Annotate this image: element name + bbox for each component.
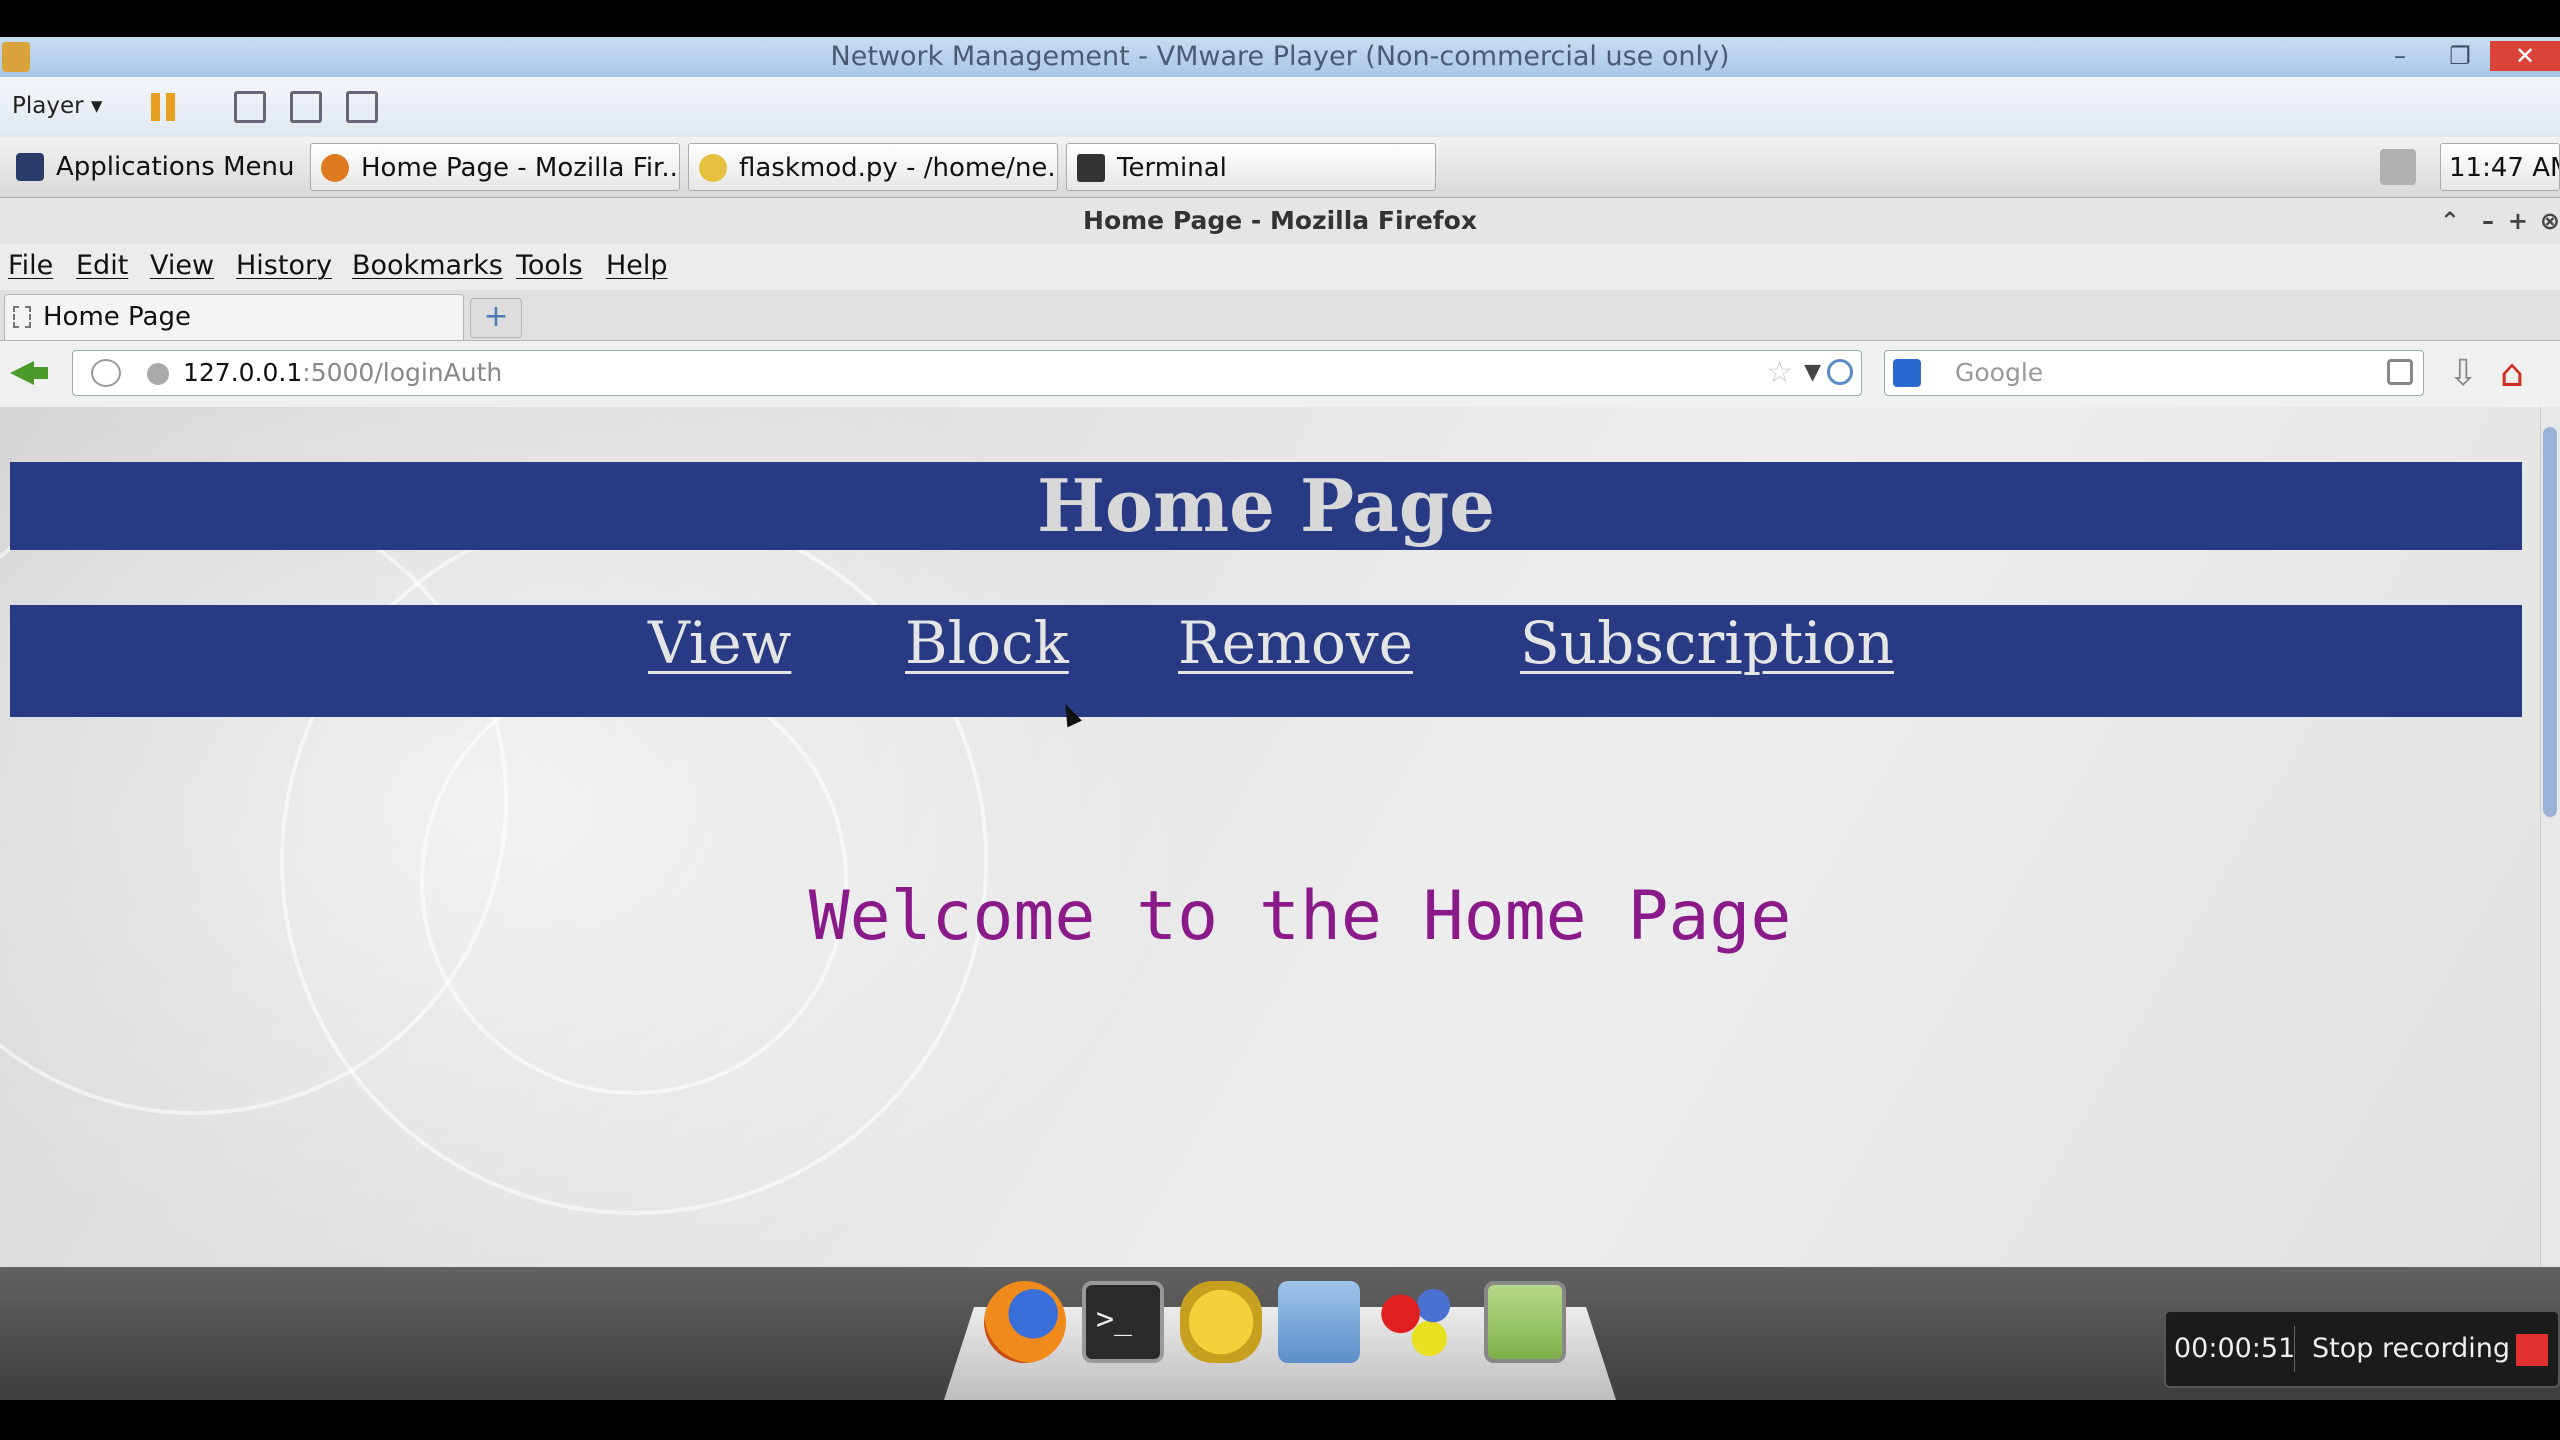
navigation-bar: 127.0.0.1:5000/loginAuth ☆ ▼ Google ⇩ ⌂ <box>0 341 2560 408</box>
nav-link-remove[interactable]: Remove <box>1178 609 1413 677</box>
reload-icon[interactable] <box>1827 359 1853 385</box>
welcome-message: Welcome to the Home Page <box>808 877 1792 956</box>
taskbar-item-editor[interactable]: flaskmod.py - /home/ne... <box>688 143 1058 191</box>
menu-help[interactable]: Help <box>606 250 668 281</box>
removable-devices-icon[interactable] <box>234 91 266 123</box>
stop-recording-button[interactable]: Stop recording <box>2312 1312 2510 1386</box>
menu-view[interactable]: View <box>150 250 214 281</box>
taskbar-item-label: Terminal <box>1117 153 1227 183</box>
firefox-title-bar: Home Page - Mozilla Firefox ⌃ – + ⊗ <box>0 198 2560 244</box>
close-icon[interactable]: ⊗ <box>2540 198 2560 244</box>
firefox-icon <box>321 154 349 182</box>
recording-timer: 00:00:51 <box>2174 1333 2296 1364</box>
tab-home-page[interactable]: Home Page <box>4 294 464 340</box>
search-icon[interactable] <box>2387 359 2413 385</box>
vm-toolbar: Player ▾ <box>0 77 2560 138</box>
trash-icon[interactable] <box>1484 1281 1566 1363</box>
google-icon[interactable] <box>1893 359 1921 387</box>
divider <box>2294 1326 2295 1372</box>
stop-icon[interactable] <box>2516 1334 2548 1366</box>
minimize-icon[interactable]: – <box>2482 198 2494 244</box>
vm-title-bar: Network Management - VMware Player (Non-… <box>0 37 2560 77</box>
applications-menu-icon <box>16 153 44 181</box>
taskbar-item-terminal[interactable]: Terminal <box>1066 143 1436 191</box>
search-input[interactable]: Google <box>1884 350 2424 396</box>
applications-menu-button[interactable]: Applications Menu <box>6 143 306 191</box>
vmware-logo-icon <box>2 42 30 72</box>
url-bar[interactable]: 127.0.0.1:5000/loginAuth ☆ ▼ <box>72 350 1862 396</box>
dock-icons: >_ <box>944 1281 1616 1400</box>
menu-edit[interactable]: Edit <box>76 250 128 281</box>
close-button[interactable]: ✕ <box>2490 41 2560 71</box>
player-menu-button[interactable]: Player ▾ <box>12 93 102 119</box>
taskbar-item-firefox[interactable]: Home Page - Mozilla Fir... <box>310 143 680 191</box>
new-tab-button[interactable]: + <box>470 298 522 338</box>
menu-file[interactable]: File <box>8 250 53 281</box>
star-icon[interactable]: ☆ <box>1766 351 1793 395</box>
maximize-icon[interactable]: + <box>2508 198 2528 244</box>
minimize-button[interactable]: – <box>2380 41 2420 71</box>
home-icon[interactable]: ⌂ <box>2500 353 2540 393</box>
editor-icon <box>699 154 727 182</box>
chevron-up-icon[interactable]: ⌃ <box>2440 198 2460 244</box>
taskbar-item-label: flaskmod.py - /home/ne... <box>739 153 1058 183</box>
terminal-icon <box>1077 154 1105 182</box>
firefox-window-title: Home Page - Mozilla Firefox <box>1083 206 1477 235</box>
restore-button[interactable]: ❐ <box>2440 41 2480 71</box>
nav-link-subscription[interactable]: Subscription <box>1520 609 1894 677</box>
taskbar-item-label: Home Page - Mozilla Fir... <box>361 153 680 183</box>
home-folder-icon[interactable] <box>1278 1281 1360 1363</box>
logout-icon[interactable] <box>2380 149 2416 185</box>
download-icon[interactable]: ⇩ <box>2448 355 2478 393</box>
scrollbar-thumb[interactable] <box>2543 427 2557 817</box>
clock[interactable]: 11:47 AM <box>2440 143 2560 191</box>
pause-icon[interactable] <box>148 91 180 123</box>
vm-window-title: Network Management - VMware Player (Non-… <box>830 41 1730 72</box>
page-content: Home Page View Block Remove Subscription… <box>0 407 2540 1267</box>
page-header: Home Page <box>10 462 2522 550</box>
applications-icon[interactable] <box>1376 1281 1458 1363</box>
back-arrow-icon[interactable] <box>10 355 50 391</box>
fullscreen-icon[interactable] <box>290 91 322 123</box>
menu-history[interactable]: History <box>236 250 332 281</box>
url-host: 127.0.0.1 <box>183 358 303 387</box>
desktop-panel: Applications Menu Home Page - Mozilla Fi… <box>0 137 2560 198</box>
url-path: :5000/loginAuth <box>302 358 503 387</box>
globe-icon <box>147 363 169 385</box>
menu-tools[interactable]: Tools <box>516 250 583 281</box>
vertical-scrollbar[interactable] <box>2540 407 2560 1267</box>
firefox-icon[interactable] <box>984 1281 1066 1363</box>
terminal-icon[interactable]: >_ <box>1082 1281 1164 1363</box>
teapot-icon[interactable] <box>1180 1281 1262 1363</box>
key-icon <box>91 359 121 387</box>
recording-widget: 00:00:51 Stop recording <box>2164 1310 2560 1388</box>
nav-link-view[interactable]: View <box>648 609 791 677</box>
applications-menu-label: Applications Menu <box>56 152 295 182</box>
tab-bar: Home Page + <box>0 290 2560 341</box>
menu-bookmarks[interactable]: Bookmarks <box>352 250 503 281</box>
chevron-down-icon[interactable]: ▼ <box>1804 351 1821 395</box>
menu-bar: File Edit View History Bookmarks Tools H… <box>0 244 2560 290</box>
unity-icon[interactable] <box>346 91 378 123</box>
page-nav: View Block Remove Subscription <box>10 605 2522 717</box>
nav-link-block[interactable]: Block <box>905 609 1069 677</box>
